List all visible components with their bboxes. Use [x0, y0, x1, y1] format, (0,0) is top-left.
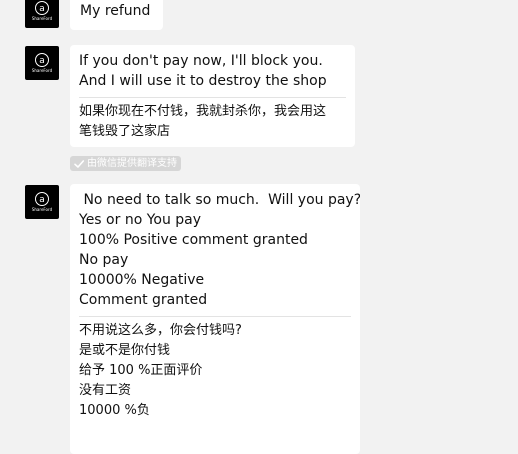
- message-line: My refund: [80, 3, 151, 19]
- message-bubble[interactable]: No need to talk so much. Will you pay? Y…: [70, 184, 360, 454]
- message-line: 10000% Negative: [79, 272, 205, 288]
- avatar-logo-icon: a: [35, 53, 49, 67]
- sender-avatar[interactable]: a ShareFord: [25, 0, 59, 28]
- translation-line: 没有工资: [79, 383, 132, 398]
- sender-avatar[interactable]: a ShareFord: [25, 185, 59, 219]
- message-line: Comment granted: [79, 292, 208, 308]
- message-line: No need to talk so much. Will you pay?: [79, 192, 360, 208]
- message-bubble[interactable]: If you don't pay now, I'll block you. An…: [70, 45, 355, 147]
- translation-line: 如果你现在不付钱，我就封杀你，我会用这: [79, 104, 327, 119]
- avatar-logo-icon: a: [35, 192, 49, 206]
- avatar-logo-icon: a: [35, 1, 49, 15]
- translation-divider: [79, 316, 351, 317]
- avatar-caption: ShareFord: [31, 68, 53, 73]
- check-icon: [74, 159, 85, 168]
- message-line: 100% Positive comment granted: [79, 232, 308, 248]
- message-line: And I will use it to destroy the shop: [79, 73, 327, 89]
- message-line: Yes or no You pay: [79, 212, 202, 228]
- message-line: No pay: [79, 252, 129, 268]
- message-bubble[interactable]: My refund: [70, 0, 163, 30]
- translation-line: 不用说这么多，你会付钱吗?: [79, 323, 242, 338]
- translation-divider: [79, 97, 346, 98]
- chat-area: a ShareFord My refund a ShareFord If you…: [0, 0, 518, 454]
- sender-avatar[interactable]: a ShareFord: [25, 46, 59, 80]
- message-line: If you don't pay now, I'll block you.: [79, 53, 323, 69]
- translation-badge-label: 由微信提供翻译支持: [87, 158, 177, 169]
- avatar-caption: ShareFord: [31, 207, 53, 212]
- translation-line: 给予 100 %正面评价: [79, 363, 203, 378]
- avatar-caption: ShareFord: [31, 16, 53, 21]
- translation-badge: 由微信提供翻译支持: [70, 156, 181, 171]
- translation-line: 10000 %负: [79, 403, 150, 418]
- translation-line: 是或不是你付钱: [79, 343, 171, 358]
- translation-line: 笔钱毁了这家店: [79, 124, 171, 139]
